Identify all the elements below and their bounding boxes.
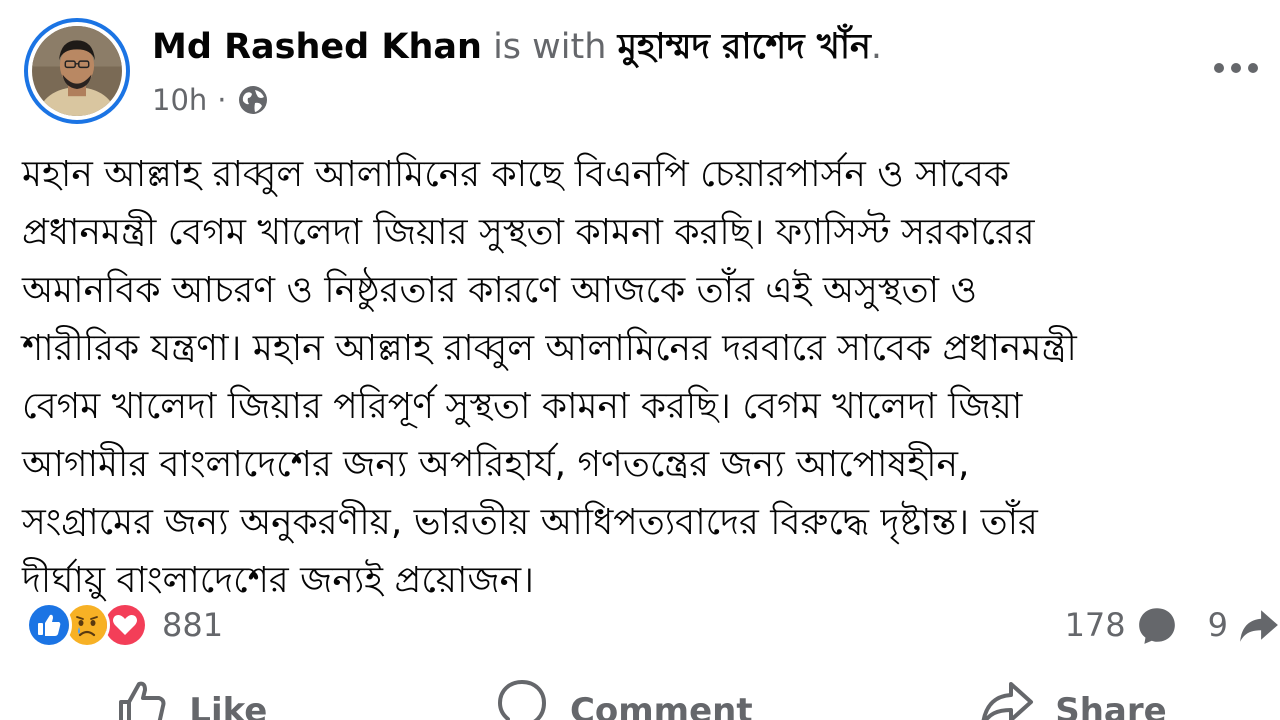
post-actions: Like Comment Share xyxy=(0,676,1280,720)
post-body: মহান আল্লাহ রাব্বুল আলামিনের কাছে বিএনপি… xyxy=(22,146,1262,610)
post-text-line: অমানবিক আচরণ ও নিষ্ঠুরতার কারণে আজকে তাঁ… xyxy=(22,270,978,311)
post-timestamp[interactable]: 10h xyxy=(152,83,207,117)
post-meta: 10h · xyxy=(152,80,269,120)
share-button[interactable]: Share xyxy=(979,676,1167,720)
like-button[interactable]: Like xyxy=(113,676,267,720)
share-label: Share xyxy=(1055,691,1167,720)
avatar[interactable] xyxy=(24,18,130,124)
facebook-post: Md Rashed Khan is with মুহাম্মদ রাশেদ খা… xyxy=(0,0,1280,720)
more-options-icon[interactable] xyxy=(1214,58,1258,78)
comment-icon xyxy=(497,680,546,720)
post-text-line: সংগ্রামের জন্য অনুকরণীয়, ভারতীয় আধিপত্… xyxy=(22,502,1038,543)
share-count[interactable]: 9 xyxy=(1208,604,1280,646)
globe-icon[interactable] xyxy=(237,84,269,116)
comment-count[interactable]: 178 xyxy=(1065,604,1178,646)
avatar-image xyxy=(32,26,122,116)
share-icon xyxy=(981,682,1034,720)
more-dot xyxy=(1231,63,1241,73)
post-text-line: বেগম খালেদা জিয়ার পরিপূর্ণ সুস্থতা কামন… xyxy=(22,386,1023,427)
post-header: Md Rashed Khan is with মুহাম্মদ রাশেদ খা… xyxy=(152,24,882,70)
like-reaction-icon xyxy=(26,602,72,648)
thumbs-up-icon xyxy=(119,681,166,720)
tagged-suffix: . xyxy=(870,27,883,67)
comment-button[interactable]: Comment xyxy=(494,676,753,720)
author-name[interactable]: Md Rashed Khan xyxy=(152,27,482,67)
reaction-count[interactable]: 881 xyxy=(162,606,223,644)
comment-count-value: 178 xyxy=(1064,606,1126,644)
reactions-summary[interactable]: 881 xyxy=(26,600,223,650)
post-text-line: মহান আল্লাহ রাব্বুল আলামিনের কাছে বিএনপি… xyxy=(22,154,1010,195)
meta-separator: · xyxy=(217,83,227,117)
comment-bubble-icon xyxy=(1138,608,1175,644)
post-text-line: প্রধানমন্ত্রী বেগম খালেদা জিয়ার সুস্থতা… xyxy=(22,212,1035,253)
more-dot xyxy=(1214,63,1224,73)
post-text-line: শারীরিক যন্ত্রণা। মহান আল্লাহ রাব্বুল আল… xyxy=(22,328,1077,369)
share-count-value: 9 xyxy=(1207,606,1228,644)
tagged-person[interactable]: মুহাম্মদ রাশেদ খাঁন xyxy=(618,27,871,67)
share-arrow-icon xyxy=(1240,610,1278,642)
engagement-stats: 178 9 xyxy=(1065,600,1280,650)
like-label: Like xyxy=(189,691,268,720)
with-text: is with xyxy=(493,27,607,67)
post-text-line: আগামীর বাংলাদেশের জন্য অপরিহার্য, গণতন্ত… xyxy=(22,444,970,485)
profile-photo-icon xyxy=(32,26,122,116)
more-dot xyxy=(1248,63,1258,73)
comment-label: Comment xyxy=(569,691,753,720)
